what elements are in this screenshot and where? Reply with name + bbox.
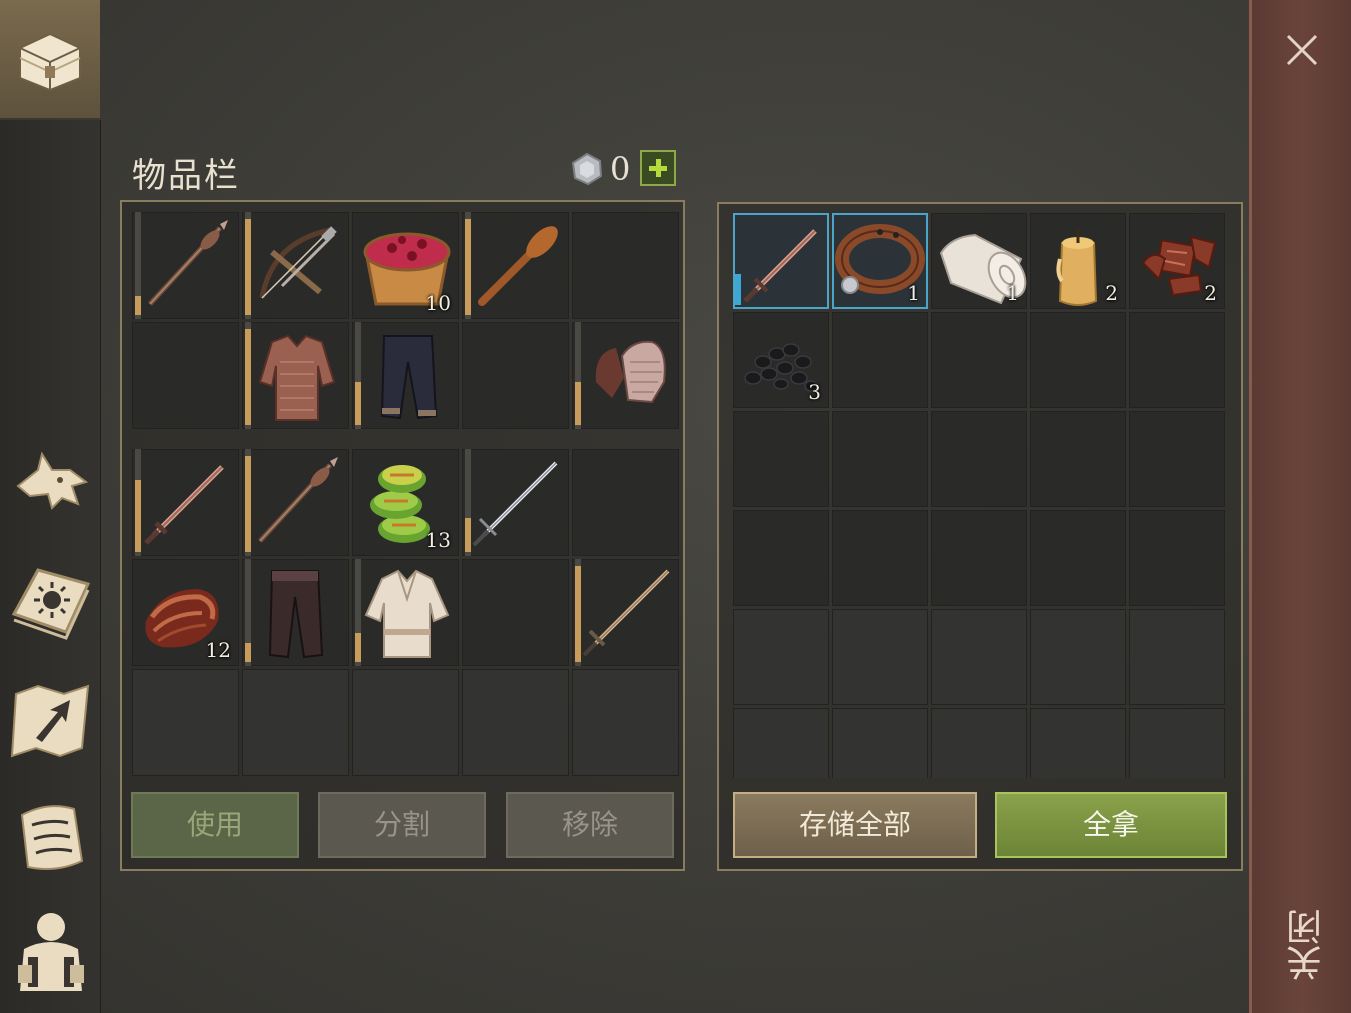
container-slot[interactable]: [733, 510, 829, 606]
container-slot[interactable]: [1129, 510, 1225, 606]
container-slot[interactable]: [1030, 708, 1126, 778]
item-count: 10: [425, 291, 451, 315]
bronze-sword-icon: [582, 569, 670, 657]
container-slot[interactable]: 3: [733, 312, 829, 408]
backpack-slot[interactable]: [572, 449, 679, 556]
dark-pants-icon: [380, 335, 438, 420]
container-slot[interactable]: [1129, 708, 1225, 778]
container-slot[interactable]: [1129, 609, 1225, 705]
container-grid: 1 1 2 2 3: [733, 213, 1225, 778]
copper-sword-icon: [144, 465, 224, 545]
crossbow-icon: [259, 226, 337, 299]
chainmail-shirt-icon: [258, 334, 336, 421]
scroll-icon[interactable]: [8, 795, 94, 881]
backpack-slot[interactable]: [132, 449, 239, 556]
split-button[interactable]: 分割: [318, 792, 486, 858]
container-slot[interactable]: 2: [1030, 213, 1126, 309]
backpack-slot[interactable]: 12: [132, 559, 239, 666]
equipment-slot[interactable]: [352, 322, 459, 429]
close-icon[interactable]: [1282, 30, 1322, 70]
container-slot[interactable]: [832, 312, 928, 408]
item-count: 1: [1006, 281, 1019, 305]
container-slot[interactable]: 1: [832, 213, 928, 309]
use-button[interactable]: 使用: [131, 792, 299, 858]
item-count: 2: [1105, 281, 1118, 305]
container-slot[interactable]: [1129, 411, 1225, 507]
container-slot[interactable]: [1129, 312, 1225, 408]
backpack-locked-slot[interactable]: [572, 669, 679, 776]
equipment-slot[interactable]: [462, 322, 569, 429]
backpack-locked-slot[interactable]: [462, 669, 569, 776]
equipment-slot[interactable]: 10: [352, 212, 459, 319]
backpack-slot[interactable]: [242, 449, 349, 556]
container-slot[interactable]: [931, 312, 1027, 408]
chainmail-gloves-icon: [595, 340, 666, 404]
leather-pants-icon: [268, 570, 324, 659]
container-slot[interactable]: 1: [931, 213, 1027, 309]
linen-shirt-icon: [364, 569, 450, 658]
item-count: 13: [425, 528, 451, 552]
equipment-slot[interactable]: [132, 212, 239, 319]
container-slot[interactable]: [832, 708, 928, 778]
equipment-slot[interactable]: [572, 322, 679, 429]
container-slot[interactable]: [931, 609, 1027, 705]
equipment-slot[interactable]: [572, 212, 679, 319]
item-count: 2: [1204, 281, 1217, 305]
container-slot[interactable]: [931, 411, 1027, 507]
item-count: 3: [808, 380, 821, 404]
container-slot[interactable]: [832, 510, 928, 606]
backpack-locked-slot[interactable]: [132, 669, 239, 776]
item-count: 1: [907, 281, 920, 305]
container-slot[interactable]: [931, 510, 1027, 606]
container-slot[interactable]: [832, 411, 928, 507]
backpack-grid: 13 12: [132, 449, 679, 776]
mace-spear-icon: [148, 220, 228, 306]
equipment-grid: 10: [132, 212, 679, 429]
backpack-slot[interactable]: [462, 559, 569, 666]
container-slot[interactable]: [733, 609, 829, 705]
map-arrow-icon[interactable]: [8, 678, 94, 764]
add-currency-button[interactable]: [640, 150, 676, 186]
copper-dagger-icon: [743, 229, 817, 303]
backpack-slot[interactable]: [462, 449, 569, 556]
wooden-club-icon: [478, 226, 558, 306]
container-slot[interactable]: [832, 609, 928, 705]
silver-coin-icon: [571, 152, 603, 186]
backpack-locked-slot[interactable]: [242, 669, 349, 776]
inventory-title: 物品栏: [132, 156, 240, 196]
container-slot[interactable]: [1030, 609, 1126, 705]
container-slot[interactable]: [1030, 411, 1126, 507]
close-label[interactable]: 关闭: [1282, 900, 1328, 990]
chest-tab[interactable]: [0, 0, 100, 118]
chest-icon: [19, 32, 81, 92]
container-slot[interactable]: [931, 708, 1027, 778]
sun-book-icon[interactable]: [8, 560, 94, 646]
take-all-button[interactable]: 全拿: [995, 792, 1227, 858]
backpack-slot[interactable]: [572, 559, 679, 666]
container-slot[interactable]: [733, 213, 829, 309]
container-slot[interactable]: [733, 708, 829, 778]
store-all-button[interactable]: 存储全部: [733, 792, 977, 858]
item-count: 12: [205, 638, 231, 662]
remove-button[interactable]: 移除: [506, 792, 674, 858]
sidebar: [0, 120, 101, 1013]
currency-value: 0: [610, 150, 631, 188]
backpack-character-icon[interactable]: [8, 905, 94, 991]
container-slot[interactable]: [1030, 312, 1126, 408]
backpack-slot[interactable]: [242, 559, 349, 666]
backpack-slot[interactable]: 13: [352, 449, 459, 556]
steel-sword-icon: [472, 461, 558, 547]
close-bar: 关闭: [1249, 0, 1351, 1013]
equipment-slot[interactable]: [462, 212, 569, 319]
equipment-slot[interactable]: [242, 212, 349, 319]
container-slot[interactable]: 2: [1129, 213, 1225, 309]
backpack-slot[interactable]: [352, 559, 459, 666]
container-slot[interactable]: [1030, 510, 1126, 606]
container-slot[interactable]: [733, 411, 829, 507]
mace-spear-icon: [258, 457, 338, 543]
wolf-icon[interactable]: [8, 440, 94, 526]
equipment-slot[interactable]: [242, 322, 349, 429]
equipment-slot[interactable]: [132, 322, 239, 429]
backpack-locked-slot[interactable]: [352, 669, 459, 776]
